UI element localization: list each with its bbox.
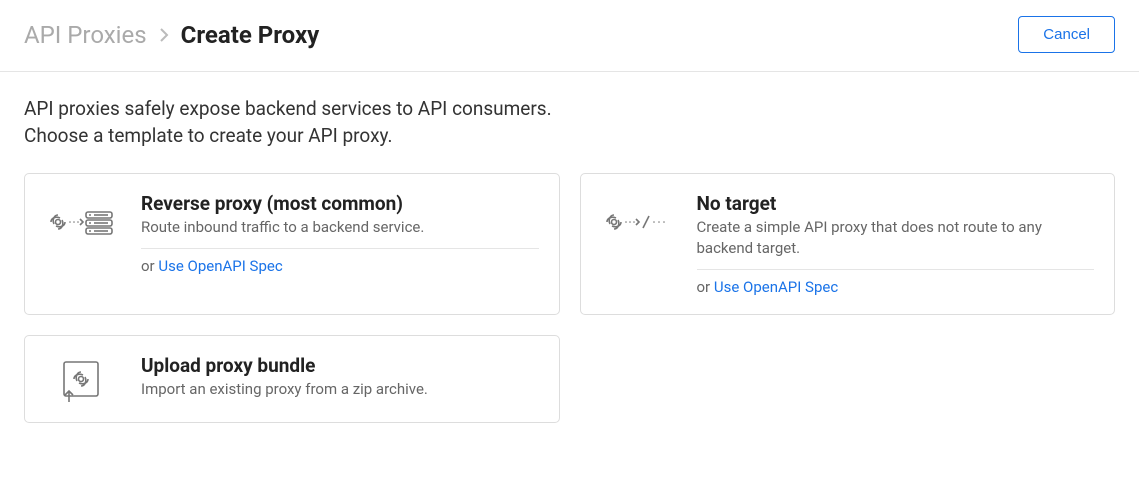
card-desc: Import an existing proxy from a zip arch… — [141, 379, 539, 400]
chevron-right-icon — [159, 27, 169, 43]
card-or-line: or Use OpenAPI Spec — [697, 278, 1095, 296]
upload-bundle-icon — [45, 354, 117, 404]
or-text: or — [697, 278, 714, 296]
card-title: No target — [697, 192, 1095, 215]
breadcrumb-current: Create Proxy — [181, 21, 320, 49]
card-separator — [141, 248, 539, 249]
card-desc: Create a simple API proxy that does not … — [697, 217, 1095, 259]
breadcrumb-parent[interactable]: API Proxies — [24, 21, 147, 49]
openapi-spec-link[interactable]: Use OpenAPI Spec — [158, 257, 282, 275]
breadcrumb: API Proxies Create Proxy — [24, 21, 319, 49]
intro-text: API proxies safely expose backend servic… — [24, 96, 1115, 149]
cancel-button[interactable]: Cancel — [1018, 16, 1115, 53]
card-title: Reverse proxy (most common) — [141, 192, 539, 215]
card-or-line: or Use OpenAPI Spec — [141, 257, 539, 275]
intro-line-1: API proxies safely expose backend servic… — [24, 96, 1115, 123]
card-body: Reverse proxy (most common) Route inboun… — [141, 192, 539, 275]
card-upload-bundle[interactable]: Upload proxy bundle Import an existing p… — [24, 335, 560, 423]
reverse-proxy-icon — [45, 192, 117, 238]
card-desc: Route inbound traffic to a backend servi… — [141, 217, 539, 238]
intro-line-2: Choose a template to create your API pro… — [24, 123, 1115, 150]
card-separator — [697, 269, 1095, 270]
card-title: Upload proxy bundle — [141, 354, 539, 377]
template-cards: Reverse proxy (most common) Route inboun… — [24, 173, 1115, 423]
card-body: No target Create a simple API proxy that… — [697, 192, 1095, 296]
or-text: or — [141, 257, 158, 275]
card-reverse-proxy[interactable]: Reverse proxy (most common) Route inboun… — [24, 173, 560, 315]
card-no-target[interactable]: No target Create a simple API proxy that… — [580, 173, 1116, 315]
openapi-spec-link[interactable]: Use OpenAPI Spec — [714, 278, 838, 296]
page-header: API Proxies Create Proxy Cancel — [0, 0, 1139, 72]
page-content: API proxies safely expose backend servic… — [0, 72, 1139, 447]
no-target-icon — [601, 192, 673, 238]
card-body: Upload proxy bundle Import an existing p… — [141, 354, 539, 400]
